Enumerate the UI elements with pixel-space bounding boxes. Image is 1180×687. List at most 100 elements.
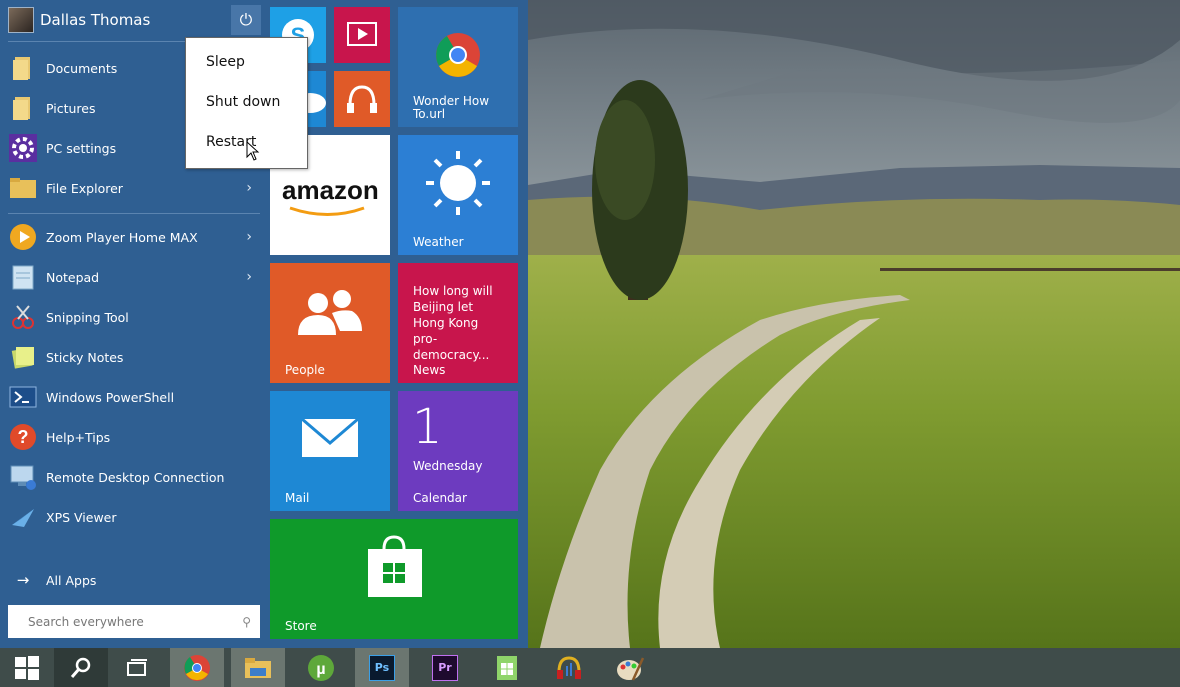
user-account[interactable]: Dallas Thomas: [8, 5, 150, 35]
app-help-tips[interactable]: ? Help+Tips: [8, 420, 260, 454]
news-headline: How long will Beijing let Hong Kong pro-…: [413, 284, 493, 362]
app-snipping-tool[interactable]: Snipping Tool: [8, 300, 260, 334]
shut-down-option[interactable]: Shut down: [206, 94, 280, 110]
chrome-icon: [184, 654, 210, 681]
app-label: Help+Tips: [46, 429, 111, 445]
question-icon: ?: [8, 422, 38, 452]
tile-video[interactable]: [334, 7, 390, 63]
taskbar-audio-app[interactable]: [542, 648, 596, 687]
mail-icon: [301, 417, 359, 457]
place-file-explorer[interactable]: File Explorer ›: [8, 171, 260, 205]
taskbar-sheets[interactable]: [480, 648, 534, 687]
svg-text:?: ?: [18, 427, 29, 447]
zoom-player-icon: [8, 222, 38, 252]
powershell-icon: [8, 382, 38, 412]
place-label: Documents: [46, 60, 118, 76]
mouse-cursor-icon: [246, 141, 260, 161]
video-icon: [347, 22, 377, 46]
photoshop-icon: Ps: [369, 654, 395, 681]
taskbar-utorrent[interactable]: µ: [294, 648, 348, 687]
all-apps-button[interactable]: → All Apps: [8, 568, 97, 592]
xps-viewer-icon: [8, 502, 38, 532]
task-view-button[interactable]: [110, 648, 164, 687]
taskbar: µ Ps Pr: [0, 648, 1180, 687]
sheets-icon: [497, 655, 517, 680]
power-button[interactable]: ⏻: [231, 5, 261, 35]
search-input[interactable]: Search everywhere: [28, 615, 242, 629]
taskbar-photoshop[interactable]: Ps: [355, 648, 409, 687]
place-label: File Explorer: [46, 180, 123, 196]
tile-wonder-how[interactable]: Wonder How To.url: [398, 7, 518, 127]
calendar-day: 1: [412, 399, 443, 455]
divider: [8, 213, 260, 214]
arrow-right-icon: →: [16, 571, 30, 589]
app-notepad[interactable]: Notepad ›: [8, 260, 260, 294]
tile-label: Wonder How To.url: [413, 94, 490, 121]
search-box[interactable]: Search everywhere ⚲: [8, 605, 260, 638]
taskbar-file-explorer[interactable]: [231, 648, 285, 687]
app-windows-powershell[interactable]: Windows PowerShell: [8, 380, 260, 414]
headphones-icon: [347, 85, 377, 113]
chevron-right-icon[interactable]: ›: [246, 229, 252, 245]
app-zoom-player[interactable]: Zoom Player Home MAX ›: [8, 220, 260, 254]
premiere-icon: Pr: [432, 654, 458, 681]
remote-desktop-icon: [8, 462, 38, 492]
calendar-weekday: Wednesday: [413, 459, 483, 473]
app-label: Remote Desktop Connection: [46, 469, 225, 485]
place-label: PC settings: [46, 140, 117, 156]
app-label: Sticky Notes: [46, 349, 124, 365]
taskbar-chrome[interactable]: [170, 648, 224, 687]
avatar: [8, 7, 34, 33]
tile-label: People: [285, 363, 325, 377]
tile-news[interactable]: How long will Beijing let Hong Kong pro-…: [398, 263, 518, 383]
taskbar-premiere[interactable]: Pr: [418, 648, 472, 687]
app-label: XPS Viewer: [46, 509, 117, 525]
app-sticky-notes[interactable]: Sticky Notes: [8, 340, 260, 374]
tile-people[interactable]: People: [270, 263, 390, 383]
folder-icon: [8, 53, 38, 83]
sun-icon: [426, 151, 490, 215]
app-label: Notepad: [46, 269, 100, 285]
place-label: Pictures: [46, 100, 96, 116]
start-menu: Dallas Thomas ⏻ Documents Pictures PC se…: [0, 0, 528, 648]
power-menu: Sleep Shut down Restart: [185, 37, 308, 169]
all-apps-label: All Apps: [46, 572, 97, 588]
amazon-logo: amazon: [282, 175, 379, 205]
user-name: Dallas Thomas: [40, 11, 151, 29]
search-icon: [70, 657, 91, 678]
tile-label: Mail: [285, 491, 310, 505]
paint-icon: [617, 656, 645, 681]
store-bag-icon: [368, 535, 422, 597]
folder-icon: [8, 173, 38, 203]
chevron-right-icon[interactable]: ›: [246, 180, 252, 196]
tile-calendar[interactable]: 1 Wednesday Calendar: [398, 391, 518, 511]
amazon-smile-icon: [289, 206, 365, 216]
taskbar-paint[interactable]: [603, 648, 657, 687]
file-explorer-icon: [245, 657, 271, 678]
app-label: Snipping Tool: [46, 309, 129, 325]
tile-music[interactable]: [334, 71, 390, 127]
people-icon: [298, 290, 362, 335]
chevron-right-icon[interactable]: ›: [246, 269, 252, 285]
tile-label: Calendar: [413, 491, 467, 505]
tile-store[interactable]: Store: [270, 519, 518, 639]
headphones-app-icon: [557, 655, 581, 679]
app-xps-viewer[interactable]: XPS Viewer: [8, 500, 260, 534]
tile-label: Store: [285, 619, 317, 633]
notepad-icon: [8, 262, 38, 292]
tile-weather[interactable]: Weather: [398, 135, 518, 255]
power-icon: ⏻: [239, 10, 253, 29]
app-label: Windows PowerShell: [46, 389, 175, 405]
sleep-option[interactable]: Sleep: [206, 54, 245, 70]
utorrent-icon: µ: [308, 654, 334, 681]
tile-mail[interactable]: Mail: [270, 391, 390, 511]
svg-text:µ: µ: [316, 661, 325, 678]
windows-start-icon: [15, 655, 39, 680]
app-remote-desktop[interactable]: Remote Desktop Connection: [8, 460, 260, 494]
search-icon[interactable]: ⚲: [242, 615, 251, 629]
taskbar-search-button[interactable]: [54, 648, 108, 687]
gear-icon: [8, 133, 38, 163]
tile-label: Weather: [413, 235, 464, 249]
windows-start-button[interactable]: [0, 648, 54, 687]
task-view-icon: [127, 658, 147, 676]
